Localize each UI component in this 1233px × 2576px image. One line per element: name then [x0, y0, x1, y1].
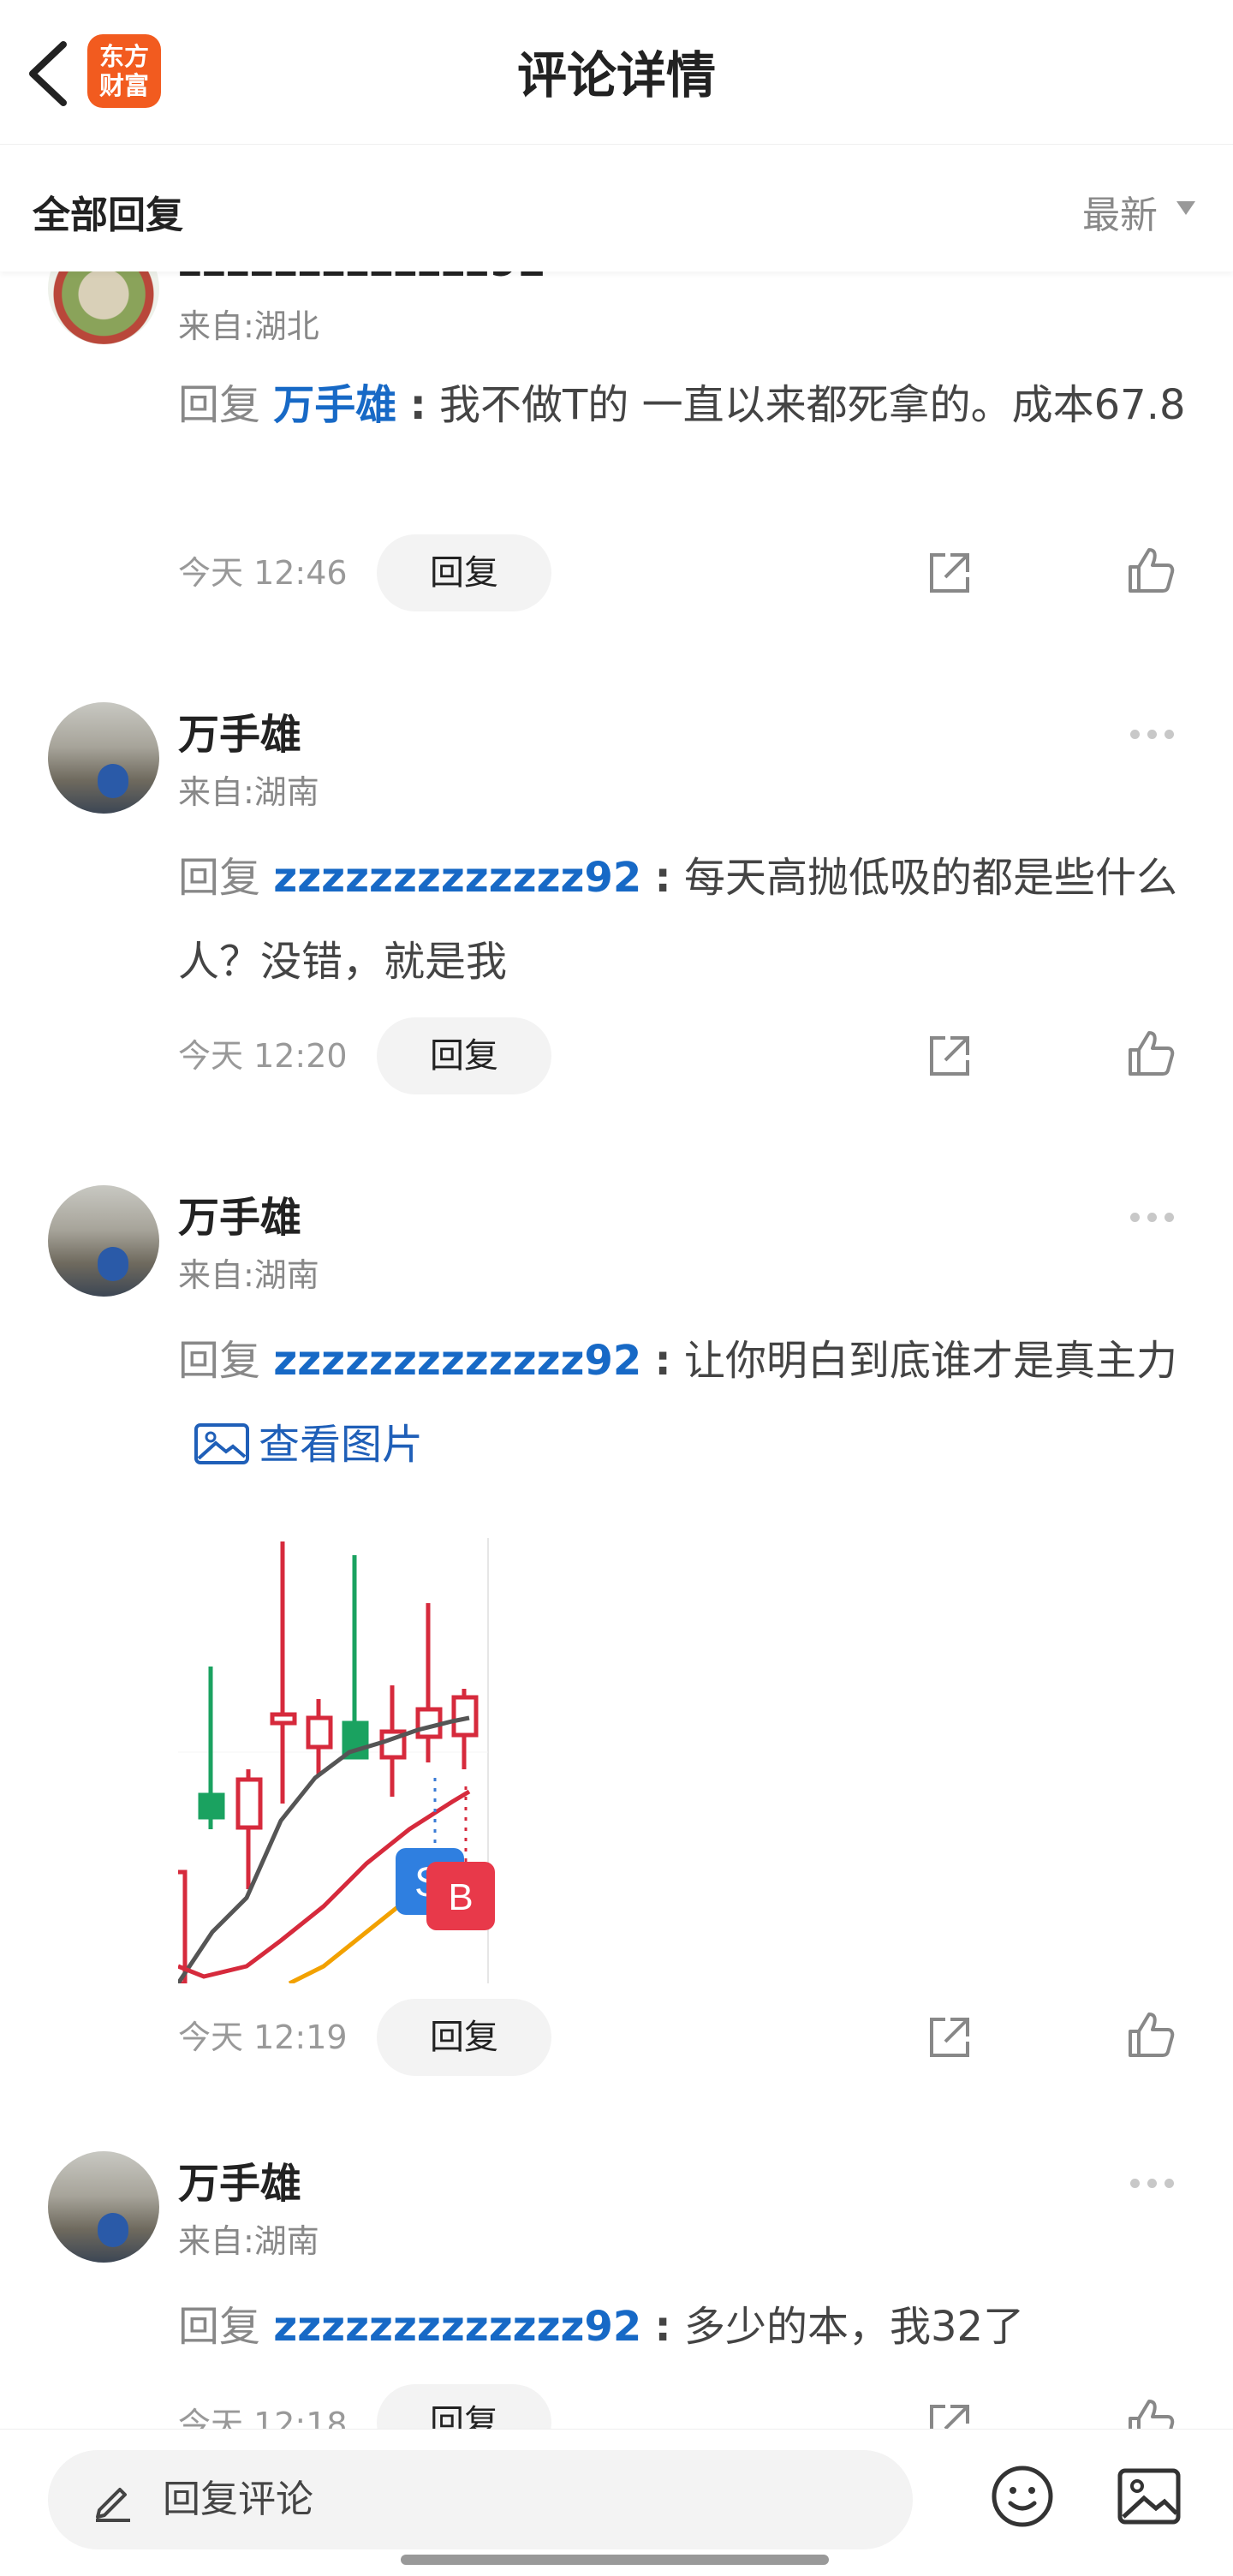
mention-link[interactable]: zzzzzzzzzzzzz92: [273, 854, 641, 902]
comment-text: 回复 zzzzzzzzzzzzz92 : 让你明白到底谁才是真主力 查看图片: [178, 1337, 1178, 1469]
view-image-link[interactable]: 查看图片: [178, 1421, 423, 1469]
avatar[interactable]: [48, 1185, 159, 1297]
username[interactable]: zzzzzzzzzzzzz92: [178, 271, 546, 288]
mention-link[interactable]: 万手雄: [273, 381, 396, 429]
timestamp: 今天 12:19: [178, 2018, 348, 2056]
home-indicator: [401, 2555, 829, 2565]
avatar[interactable]: [48, 2151, 159, 2263]
user-location: 来自:湖南: [178, 2222, 319, 2260]
emoji-icon[interactable]: [990, 2464, 1055, 2529]
more-options-icon[interactable]: [1130, 1209, 1182, 1223]
image-upload-icon[interactable]: [1117, 2466, 1182, 2527]
filter-bar: 全部回复 最新: [0, 144, 1233, 271]
username[interactable]: 万手雄: [178, 1192, 301, 1243]
sort-caret-icon[interactable]: [1176, 201, 1195, 215]
comment-item: 万手雄 来自:湖南 回复 zzzzzzzzzzzzz92 : 多少的本，我32了…: [0, 2151, 1233, 2429]
mention-link[interactable]: zzzzzzzzzzzzz92: [273, 2303, 641, 2351]
share-icon[interactable]: [925, 548, 974, 598]
reply-button[interactable]: 回复: [377, 1999, 551, 2076]
all-replies-label: 全部回复: [33, 194, 183, 237]
reply-button[interactable]: 回复: [377, 1017, 551, 1094]
comment-text: 回复 zzzzzzzzzzzzz92 : 多少的本，我32了: [178, 2303, 1025, 2351]
user-location: 来自:湖北: [178, 307, 319, 345]
like-icon[interactable]: [1125, 545, 1176, 596]
share-icon[interactable]: [925, 2012, 974, 2062]
reply-input-placeholder: 回复评论: [163, 2478, 313, 2521]
page-title: 评论详情: [516, 46, 716, 104]
bottom-input-bar: 回复评论: [0, 2429, 1233, 2576]
username[interactable]: 万手雄: [178, 709, 301, 760]
comment-item: zzzzzzzzzzzzz92 来自:湖北 回复 万手雄 : 我不做T的 一直以…: [0, 271, 1233, 750]
timestamp: 今天 12:18: [178, 2406, 348, 2429]
comment-text: 回复 万手雄 : 我不做T的 一直以来都死拿的。成本67.8: [178, 381, 1186, 429]
pencil-icon: [96, 2488, 130, 2522]
buy-marker: B: [448, 1876, 473, 1918]
image-icon: [194, 1423, 249, 1464]
comment-text: 回复 zzzzzzzzzzzzz92 : 每天高抛低吸的都是些什么人？没错，就是…: [178, 854, 1178, 986]
more-options-icon[interactable]: [1130, 2175, 1182, 2189]
timestamp: 今天 12:20: [178, 1037, 348, 1075]
like-icon[interactable]: [1125, 2009, 1176, 2060]
like-icon[interactable]: [1125, 2396, 1176, 2429]
user-location: 来自:湖南: [178, 773, 319, 811]
reply-button[interactable]: 回复: [377, 2384, 551, 2429]
reply-input[interactable]: 回复评论: [48, 2450, 913, 2549]
comment-item: 万手雄 来自:湖南 回复 zzzzzzzzzzzzz92 : 每天高抛低吸的都是…: [0, 702, 1233, 1182]
avatar[interactable]: [48, 271, 159, 344]
top-bar: 东方 财富 评论详情: [0, 0, 1233, 144]
reply-button[interactable]: 回复: [377, 534, 551, 611]
user-location: 来自:湖南: [178, 1256, 319, 1294]
timestamp: 今天 12:46: [178, 554, 348, 592]
username[interactable]: 万手雄: [178, 2158, 301, 2209]
like-icon[interactable]: [1125, 1028, 1176, 1079]
share-icon[interactable]: [925, 1031, 974, 1081]
share-icon[interactable]: [925, 2400, 974, 2429]
more-options-icon[interactable]: [1130, 726, 1182, 740]
avatar[interactable]: [48, 702, 159, 814]
mention-link[interactable]: zzzzzzzzzzzzz92: [273, 1337, 641, 1385]
stock-chart-image[interactable]: S B: [178, 1538, 495, 1983]
sort-dropdown[interactable]: 最新: [1082, 184, 1158, 239]
comment-item: 万手雄 来自:湖南 回复 zzzzzzzzzzzzz92 : 让你明白到底谁才是…: [0, 1185, 1233, 2119]
comment-feed[interactable]: zzzzzzzzzzzzz92 来自:湖北 回复 万手雄 : 我不做T的 一直以…: [0, 271, 1233, 2429]
